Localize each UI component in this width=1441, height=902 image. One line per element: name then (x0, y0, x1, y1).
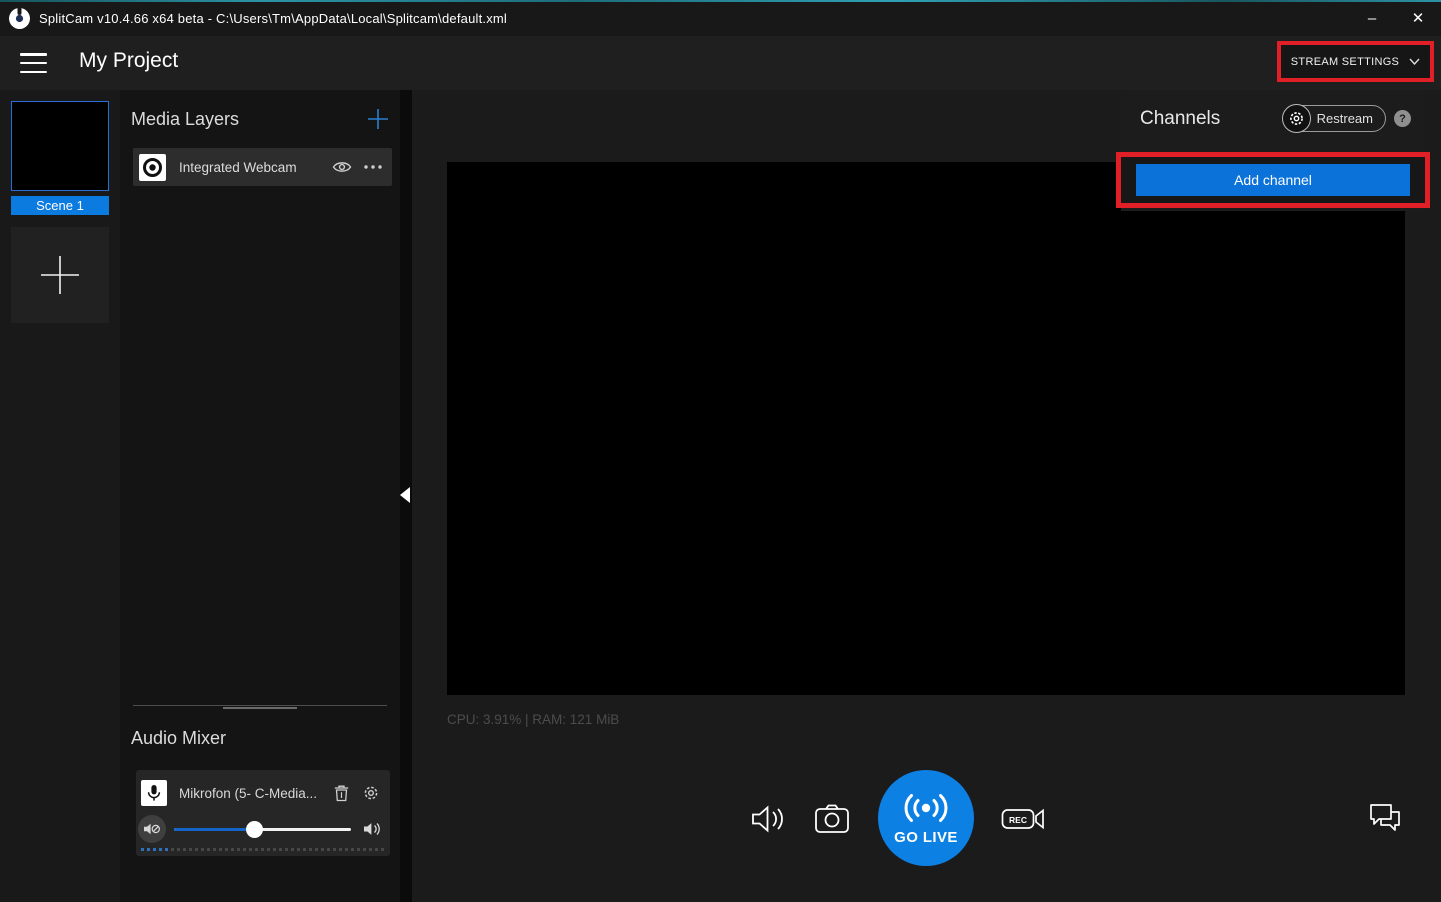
speaker-output-button[interactable] (748, 799, 788, 839)
chevron-down-icon (1409, 58, 1420, 65)
app-header: My Project (0, 36, 1441, 90)
volume-slider-thumb[interactable] (246, 821, 263, 838)
microphone-icon (141, 780, 167, 806)
plus-icon (39, 254, 81, 296)
scene-label[interactable]: Scene 1 (11, 196, 109, 215)
audio-mixer-item: Mikrofon (5- C-Media... (136, 770, 390, 856)
settings-gear-icon[interactable] (362, 784, 380, 802)
visibility-eye-icon[interactable] (332, 160, 352, 174)
help-icon[interactable]: ? (1394, 110, 1411, 127)
layer-menu-ellipsis-icon[interactable] (364, 165, 382, 169)
scene-item[interactable]: Scene 1 (11, 101, 109, 215)
collapse-panel-arrow-icon[interactable] (400, 487, 410, 503)
audio-mixer-title: Audio Mixer (131, 728, 226, 749)
speaker-muted-icon (143, 822, 161, 836)
splitcam-logo-icon (8, 7, 31, 30)
media-layers-title: Media Layers (131, 109, 239, 130)
mixer-source-label: Mikrofon (5- C-Media... (179, 786, 334, 801)
restream-button[interactable]: Restream (1283, 105, 1386, 132)
broadcast-icon (900, 791, 952, 825)
layer-item-integrated-webcam[interactable]: Integrated Webcam (133, 148, 392, 186)
speaker-icon (751, 804, 785, 834)
media-layers-panel: Media Layers Integrated Webcam (120, 90, 400, 902)
volume-slider[interactable] (174, 828, 351, 831)
stream-settings-annotation[interactable]: STREAM SETTINGS (1277, 41, 1434, 82)
audio-level-meter (141, 848, 385, 851)
chat-button[interactable] (1364, 799, 1406, 839)
rec-camcorder-icon: REC (1001, 805, 1045, 833)
add-layer-plus-icon[interactable] (367, 108, 389, 130)
svg-text:REC: REC (1009, 815, 1027, 825)
delete-trash-icon[interactable] (334, 785, 349, 802)
splitcam-window: SplitCam v10.4.66 x64 beta - C:\Users\Tm… (0, 0, 1441, 902)
record-button[interactable]: REC (1000, 803, 1046, 835)
close-button[interactable]: ✕ (1395, 0, 1441, 36)
window-top-edge (0, 0, 1441, 2)
video-preview[interactable] (447, 162, 1405, 695)
restream-logo-icon (1282, 104, 1311, 133)
scenes-sidebar: Scene 1 (0, 90, 120, 902)
menu-icon[interactable] (20, 53, 47, 73)
panel-divider (133, 705, 387, 706)
add-scene-button[interactable] (11, 227, 109, 323)
layer-label: Integrated Webcam (179, 160, 332, 175)
performance-stats: CPU: 3.91% | RAM: 121 MiB (447, 712, 619, 727)
audio-level-meter-active (141, 848, 170, 851)
restream-label: Restream (1317, 111, 1373, 126)
volume-slider-fill (174, 828, 255, 831)
stream-settings-label[interactable]: STREAM SETTINGS (1291, 56, 1399, 68)
title-bar: SplitCam v10.4.66 x64 beta - C:\Users\Tm… (0, 0, 1441, 36)
webcam-layer-icon (139, 154, 166, 181)
add-channel-annotation: Add channel (1116, 152, 1430, 208)
go-live-button[interactable]: GO LIVE (878, 770, 974, 866)
mute-button[interactable] (138, 815, 166, 843)
window-title: SplitCam v10.4.66 x64 beta - C:\Users\Tm… (39, 11, 507, 26)
snapshot-button[interactable] (812, 800, 852, 838)
chat-bubbles-icon (1367, 802, 1403, 836)
go-live-label: GO LIVE (894, 829, 958, 846)
speaker-icon (363, 821, 382, 837)
add-channel-button[interactable]: Add channel (1136, 164, 1410, 196)
minimize-button[interactable]: – (1349, 0, 1395, 36)
scene-thumbnail[interactable] (11, 101, 109, 191)
channels-title: Channels (1140, 108, 1220, 130)
camera-icon (814, 803, 850, 835)
panel-resize-handle[interactable] (223, 707, 297, 709)
project-title: My Project (79, 49, 178, 73)
